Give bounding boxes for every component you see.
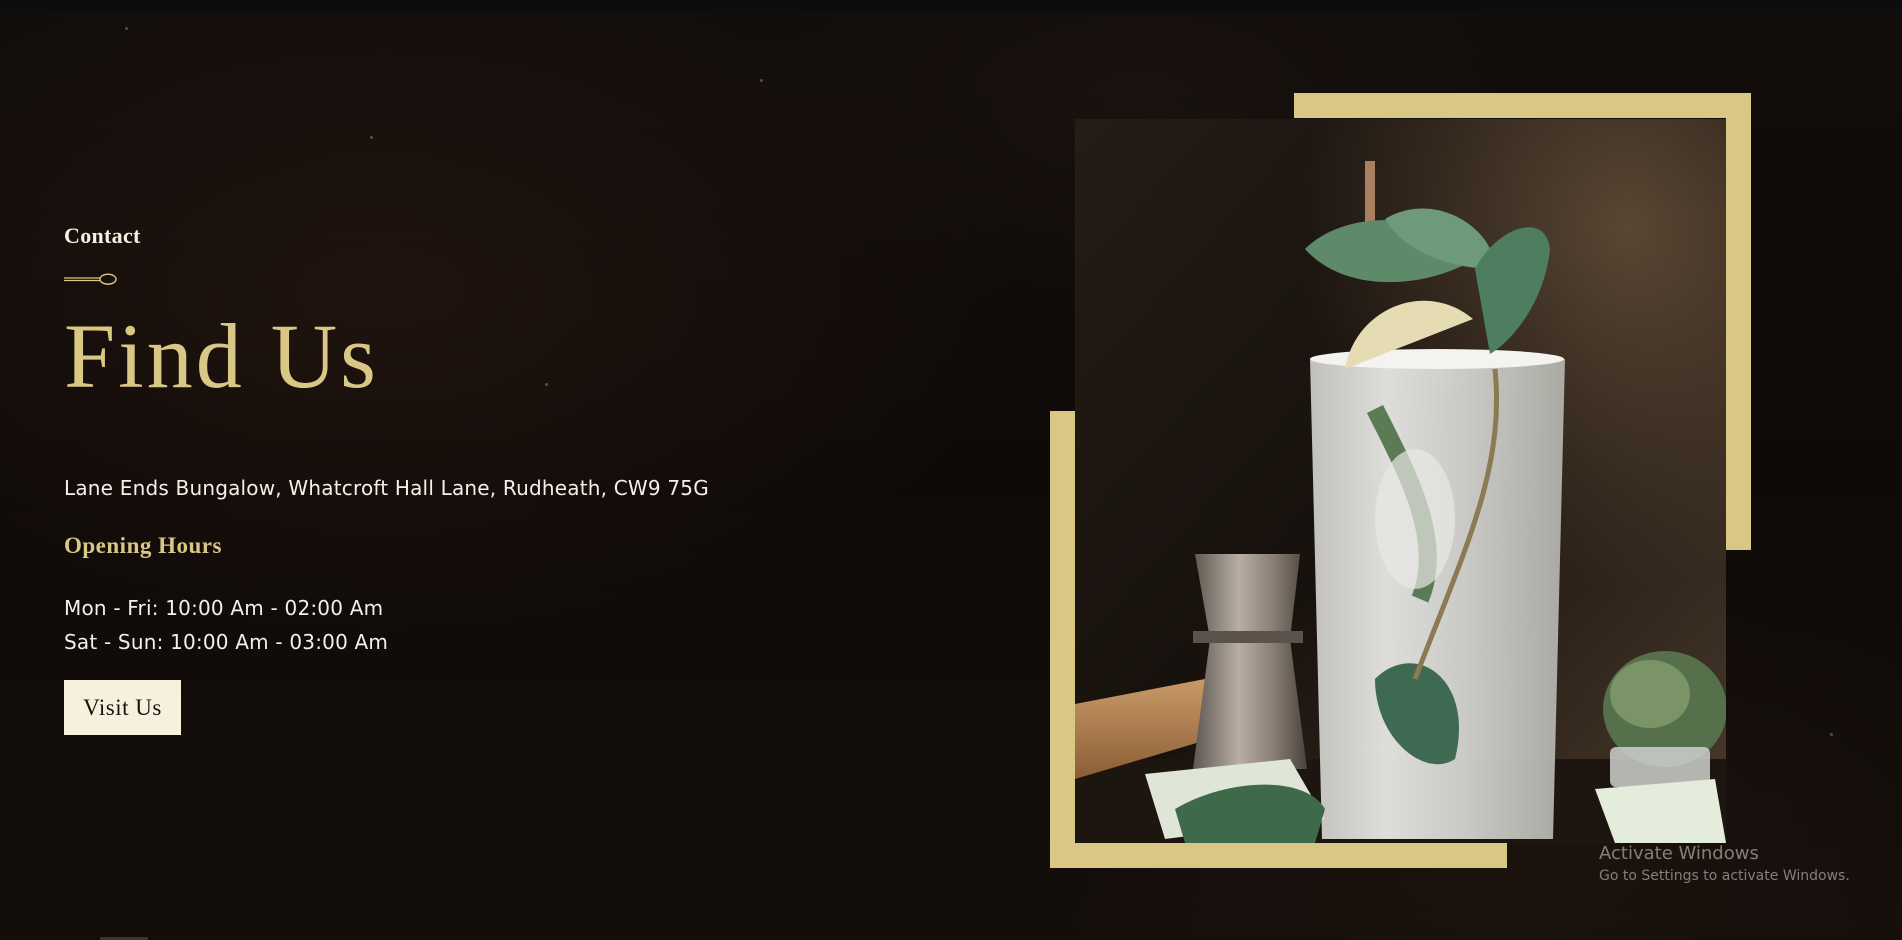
background-speck bbox=[545, 383, 548, 386]
address-text: Lane Ends Bungalow, Whatcroft Hall Lane,… bbox=[64, 476, 709, 500]
cocktail-photo bbox=[1075, 119, 1726, 843]
section-eyebrow: Contact bbox=[64, 223, 141, 248]
hours-weekend: Sat - Sun: 10:00 Am - 03:00 Am bbox=[64, 630, 389, 654]
cocktail-image bbox=[1075, 119, 1726, 843]
page-title: Find Us bbox=[64, 305, 379, 407]
opening-hours-heading: Opening Hours bbox=[64, 533, 222, 558]
windows-activation-watermark: Activate Windows Go to Settings to activ… bbox=[1599, 843, 1850, 884]
background-speck bbox=[370, 136, 373, 139]
watermark-title: Activate Windows bbox=[1599, 843, 1759, 864]
background-speck bbox=[125, 27, 128, 30]
spoon-divider-icon bbox=[64, 273, 117, 285]
hours-weekdays: Mon - Fri: 10:00 Am - 02:00 Am bbox=[64, 596, 384, 620]
watermark-subtitle: Go to Settings to activate Windows. bbox=[1599, 868, 1850, 884]
background-speck bbox=[1830, 733, 1833, 736]
visit-us-button[interactable]: Visit Us bbox=[64, 680, 181, 735]
top-bar bbox=[0, 0, 1902, 13]
background-speck bbox=[760, 79, 763, 82]
